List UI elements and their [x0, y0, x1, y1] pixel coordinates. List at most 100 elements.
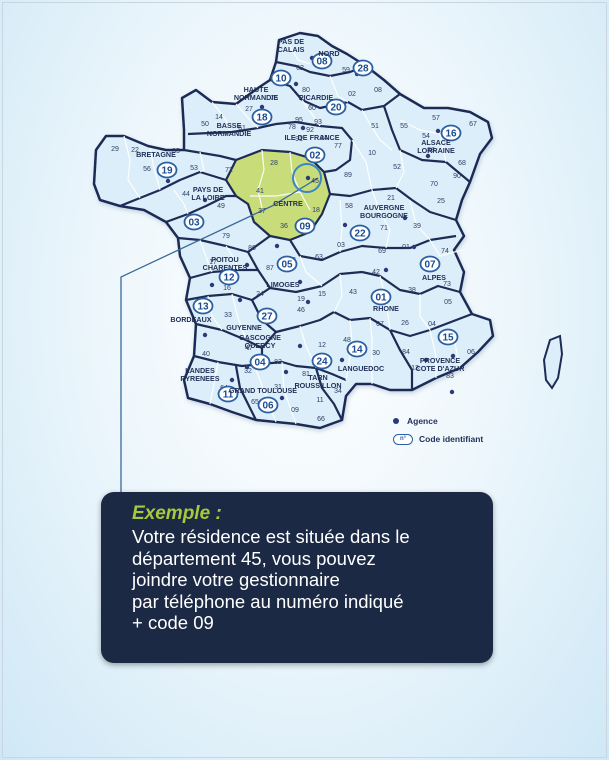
example-line: par téléphone au numéro indiqué: [132, 590, 404, 612]
corsica-outline: [542, 334, 564, 390]
code-badge-13: 13: [192, 297, 214, 315]
svg-text:12: 12: [223, 273, 235, 284]
department-number: 77: [334, 143, 342, 150]
agency-dot: [209, 282, 215, 288]
department-number: 04: [428, 321, 436, 328]
agency-dot: [342, 222, 348, 228]
agency-dot: [435, 128, 441, 134]
department-number: 03: [337, 242, 345, 249]
department-number: 44: [182, 191, 190, 198]
svg-text:05: 05: [281, 260, 293, 271]
example-line: Votre résidence est située dans le: [132, 526, 410, 547]
department-number: 67: [469, 121, 477, 128]
department-number: 45: [311, 178, 319, 185]
department-number: 84: [402, 349, 410, 356]
department-number: 70: [430, 181, 438, 188]
department-number: 08: [374, 87, 382, 94]
legend-row-code: n° Code identifiant: [393, 430, 483, 448]
code-badge-18: 18: [251, 108, 273, 126]
svg-text:15: 15: [442, 333, 454, 344]
department-number: 18: [312, 207, 320, 214]
svg-text:07: 07: [424, 260, 436, 271]
svg-text:19: 19: [161, 166, 173, 177]
department-number: 93: [314, 119, 322, 126]
code-badge-09: 09: [294, 217, 316, 235]
department-number: 51: [371, 123, 379, 130]
region-label-ile-de-france: ILE DE FRANCE: [284, 133, 339, 142]
department-number: 12: [318, 342, 326, 349]
agency-dot: [279, 395, 285, 401]
region-label-centre: CENTRE: [273, 199, 303, 208]
code-badge-27: 27: [256, 307, 278, 325]
department-number: 78: [288, 124, 296, 131]
department-number: 14: [215, 114, 223, 121]
department-number: 42: [372, 269, 380, 276]
department-number: 32: [244, 368, 252, 375]
agency-dot: [305, 299, 311, 305]
agency-dot: [202, 332, 208, 338]
agency-dot: [300, 125, 306, 131]
department-number: 10: [368, 150, 376, 157]
department-number: 02: [348, 91, 356, 98]
department-number: 86: [248, 245, 256, 252]
svg-text:03: 03: [188, 218, 200, 229]
agency-dot: [297, 343, 303, 349]
region-label-bretagne: BRETAGNE: [136, 150, 176, 159]
department-number: 74: [441, 248, 449, 255]
svg-text:06: 06: [262, 401, 274, 412]
svg-text:28: 28: [357, 64, 369, 75]
department-number: 69: [378, 248, 386, 255]
svg-text:04: 04: [254, 358, 266, 369]
department-number: 50: [201, 121, 209, 128]
department-number: 01: [402, 244, 410, 251]
agency-dot: [383, 267, 389, 273]
code-badge-05: 05: [276, 255, 298, 273]
code-badge-19: 19: [156, 161, 178, 179]
region-label-provence-cote-dazur: PROVENCE COTE D'AZUR: [416, 356, 466, 373]
agency-dot: [259, 104, 265, 110]
department-number: 71: [380, 225, 388, 232]
department-number: 57: [432, 115, 440, 122]
code-badge-10: 10: [270, 69, 292, 87]
department-number: 83: [446, 373, 454, 380]
code-badge-06: 06: [257, 396, 279, 414]
department-number: 66: [317, 416, 325, 423]
department-number: 56: [143, 166, 151, 173]
example-line: joindre votre gestionnaire: [132, 569, 340, 590]
department-number: 36: [280, 223, 288, 230]
svg-text:27: 27: [261, 312, 273, 323]
department-number: 06: [467, 349, 475, 356]
legend-row-agence: Agence: [393, 412, 483, 430]
code-badge-04: 04: [249, 353, 271, 371]
agency-dot: [449, 389, 455, 395]
department-number: 43: [349, 289, 357, 296]
agency-dot: [339, 357, 345, 363]
agency-dot: [229, 377, 235, 383]
svg-text:20: 20: [330, 103, 342, 114]
example-box: Exemple : Votre résidence est située dan…: [101, 492, 493, 663]
department-number: 29: [111, 146, 119, 153]
code-badge-02: 02: [304, 146, 326, 164]
department-number: 41: [256, 188, 264, 195]
region-label-pays-de-la-loire: PAYS DE LA LOIRE: [191, 185, 224, 202]
department-number: 73: [443, 281, 451, 288]
region-label-languedoc: LANGUEDOC: [338, 364, 384, 373]
code-badge-28: 28: [352, 59, 374, 77]
region-label-grand-toulouse: GRAND TOULOUSE: [229, 386, 297, 395]
department-number: 37: [258, 208, 266, 215]
legend-agence-label: Agence: [407, 416, 438, 426]
department-number: 62: [296, 65, 304, 72]
region-label-rhone: RHONE: [373, 304, 399, 313]
svg-text:10: 10: [275, 74, 287, 85]
code-badge-07: 07: [419, 255, 441, 273]
agency-dot: [411, 244, 417, 250]
department-number: 60: [308, 105, 316, 112]
department-number: 11: [316, 397, 323, 404]
department-number: 39: [413, 223, 421, 230]
code-badge-03: 03: [183, 213, 205, 231]
department-number: 79: [222, 233, 230, 240]
region-label-gascogne-quercy: GASCOGNE QUERCY: [239, 333, 281, 350]
department-number: 28: [270, 160, 278, 167]
region-label-pas-de-calais: PAS DE CALAIS: [278, 37, 305, 54]
department-number: 95: [295, 117, 303, 124]
